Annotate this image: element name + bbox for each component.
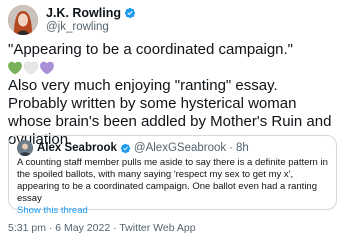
purple-heart-icon xyxy=(40,61,54,75)
tweet-time[interactable]: 5:31 pm xyxy=(8,222,46,234)
author-handle[interactable]: @jk_rowling xyxy=(46,20,136,34)
tweet-header: J.K. Rowling @jk_rowling xyxy=(8,4,136,36)
green-heart-icon xyxy=(8,61,22,75)
quoted-tweet[interactable]: Alex Seabrook @AlexGSeabrook · 8h A coun… xyxy=(8,135,337,216)
meta-separator: · xyxy=(229,141,233,154)
quoted-author-avatar[interactable] xyxy=(17,140,33,156)
quoted-author-name[interactable]: Alex Seabrook xyxy=(37,141,117,156)
tweet-footer: 5:31 pm · 6 May 2022 · Twitter Web App xyxy=(8,222,196,234)
white-heart-icon xyxy=(24,61,38,75)
author-avatar[interactable] xyxy=(8,5,38,35)
verified-badge-icon xyxy=(124,7,136,19)
quoted-tweet-header: Alex Seabrook @AlexGSeabrook · 8h xyxy=(17,140,328,156)
author-names: J.K. Rowling @jk_rowling xyxy=(46,6,136,34)
footer-separator: · xyxy=(48,222,53,234)
verified-badge-icon xyxy=(120,143,131,153)
tweet-line-quote: "Appearing to be a coordinated campaign.… xyxy=(8,41,294,58)
show-thread-link[interactable]: Show this thread xyxy=(17,205,328,217)
tweet-source[interactable]: Twitter Web App xyxy=(119,222,195,234)
tweet-text: "Appearing to be a coordinated campaign.… xyxy=(8,41,338,149)
tweet-date[interactable]: 6 May 2022 xyxy=(55,222,110,234)
quoted-author-handle[interactable]: @AlexGSeabrook xyxy=(134,141,226,156)
heart-emojis xyxy=(8,59,338,77)
footer-separator: · xyxy=(113,222,117,234)
quoted-tweet-text: A counting staff member pulls me aside t… xyxy=(17,157,328,204)
quoted-tweet-age[interactable]: 8h xyxy=(236,141,249,156)
author-name[interactable]: J.K. Rowling xyxy=(46,6,121,20)
